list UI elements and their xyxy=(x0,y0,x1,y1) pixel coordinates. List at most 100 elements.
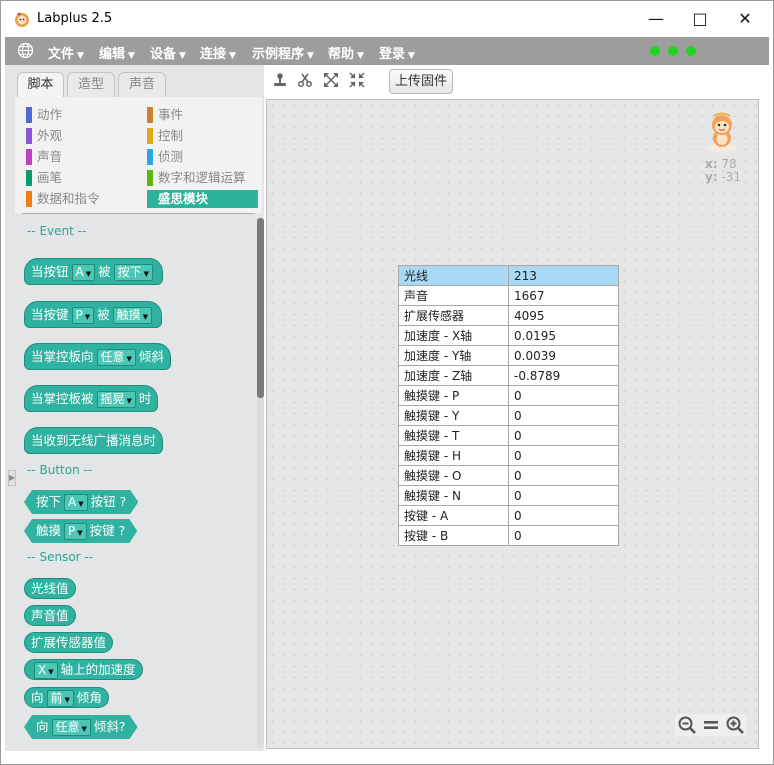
chevron-down-icon: ▼ xyxy=(307,51,314,61)
sensor-value: 0.0039 xyxy=(508,345,619,366)
sensor-value: 0 xyxy=(508,425,619,446)
sensor-value: -0.8789 xyxy=(508,365,619,386)
block-tilt-angle[interactable]: 向前 ▼ 倾角 xyxy=(24,687,109,708)
table-row[interactable]: 触摸键 - N0 xyxy=(398,485,619,506)
maximize-button[interactable]: □ xyxy=(685,7,715,31)
dropdown-arrow-icon: ▼ xyxy=(77,529,83,537)
block-ext-sensor-value[interactable]: 扩展传感器值 xyxy=(24,632,114,653)
table-row[interactable]: 按键 - B0 xyxy=(398,525,619,546)
sensor-name: 触摸键 - N xyxy=(398,485,509,506)
direction-dropdown[interactable]: 前 ▼ xyxy=(46,690,74,707)
block-palette: -- Event -- 当按钮 A ▼ 被按下 ▼ 当按键 P ▼ 被触摸 ▼ 当掌控板向 任意 ▼… xyxy=(15,218,255,751)
chevron-down-icon: ▼ xyxy=(229,51,236,61)
sensor-readout-table: 光线 213 声音 1667 扩展传感器 4095 加速度 - X轴 0.0195 加速… xyxy=(398,265,619,546)
menu-edit[interactable]: 编辑 ▼ xyxy=(99,43,135,62)
category-motion[interactable]: 动作 xyxy=(26,106,62,124)
language-globe-icon[interactable] xyxy=(17,42,34,59)
table-row[interactable]: 触摸键 - Y0 xyxy=(398,405,619,426)
direction-dropdown[interactable]: 任意 ▼ xyxy=(52,719,91,736)
palette-scrollbar-thumb[interactable] xyxy=(257,218,264,398)
table-row[interactable]: 触摸键 - P0 xyxy=(398,385,619,406)
stamp-icon[interactable] xyxy=(272,72,288,88)
table-row[interactable]: 触摸键 - T0 xyxy=(398,425,619,446)
tab-sounds[interactable]: 声音 xyxy=(118,72,166,97)
block-button-pressed-boolean[interactable]: 按下 A ▼ 按钮 ? xyxy=(24,490,138,514)
section-sensor-label: -- Sensor -- xyxy=(27,550,94,564)
block-when-touchpad-touched[interactable]: 当按键 P ▼ 被触摸 ▼ xyxy=(24,301,163,328)
cut-icon[interactable] xyxy=(297,72,313,88)
menu-device[interactable]: 设备 ▼ xyxy=(150,43,186,62)
menu-file[interactable]: 文件 ▼ xyxy=(48,43,84,62)
table-row[interactable]: 加速度 - Y轴 0.0039 xyxy=(398,345,619,366)
block-light-value[interactable]: 光线值 xyxy=(24,578,76,599)
zoom-in-icon[interactable] xyxy=(725,715,745,735)
sensor-name: 触摸键 - Y xyxy=(398,405,509,426)
tab-costumes[interactable]: 造型 xyxy=(67,72,115,97)
table-row[interactable]: 光线 213 xyxy=(398,265,619,286)
zoom-out-icon[interactable] xyxy=(677,715,697,735)
menu-examples[interactable]: 示例程序 ▼ xyxy=(252,43,314,62)
block-sound-value[interactable]: 声音值 xyxy=(24,605,76,626)
table-row[interactable]: 加速度 - Z轴 -0.8789 xyxy=(398,365,619,386)
sensor-value: 0 xyxy=(508,385,619,406)
touchpad-dropdown[interactable]: P ▼ xyxy=(71,307,95,324)
gesture-dropdown[interactable]: 摇晃 ▼ xyxy=(96,391,136,408)
shrink-icon[interactable] xyxy=(349,72,365,88)
block-when-board-shaken[interactable]: 当掌控板被 摇晃 ▼ 时 xyxy=(24,385,159,412)
grow-icon[interactable] xyxy=(323,72,339,88)
sensor-value: 4095 xyxy=(508,305,619,326)
minimize-button[interactable]: — xyxy=(641,7,671,31)
table-row[interactable]: 触摸键 - H0 xyxy=(398,445,619,466)
table-row[interactable]: 声音 1667 xyxy=(398,285,619,306)
direction-dropdown[interactable]: 任意 ▼ xyxy=(96,349,136,366)
action-dropdown[interactable]: 按下 ▼ xyxy=(113,264,154,281)
table-row[interactable]: 触摸键 - O0 xyxy=(398,465,619,486)
dropdown-arrow-icon: ▼ xyxy=(48,668,54,676)
category-sensing[interactable]: 侦测 xyxy=(147,148,183,166)
category-data[interactable]: 数据和指令 xyxy=(26,190,100,208)
divider xyxy=(22,213,255,214)
block-touchpad-touched-boolean[interactable]: 触摸 P ▼ 按键 ? xyxy=(24,519,137,543)
close-button[interactable]: ✕ xyxy=(730,7,760,31)
category-labplus-modules[interactable]: 盛思模块 xyxy=(147,190,258,208)
block-tilted-boolean[interactable]: 向任意 ▼ 倾斜? xyxy=(24,715,138,739)
tab-scripts[interactable]: 脚本 xyxy=(17,72,64,99)
action-dropdown[interactable]: 触摸 ▼ xyxy=(112,307,153,324)
category-events[interactable]: 事件 xyxy=(147,106,183,124)
status-led xyxy=(668,46,678,56)
block-when-radio-message-received[interactable]: 当收到无线广播消息时 xyxy=(24,427,164,454)
dropdown-arrow-icon: ▼ xyxy=(126,397,132,405)
block-when-board-tilted[interactable]: 当掌控板向 任意 ▼ 倾斜 xyxy=(24,343,171,370)
window-title: Labplus 2.5 xyxy=(37,11,113,26)
menu-bar: 文件 ▼ 编辑 ▼ 设备 ▼ 连接 ▼ 示例程序 ▼ 帮助 ▼ 登录 ▼ xyxy=(5,37,769,65)
sensor-name: 触摸键 - T xyxy=(398,425,509,446)
upload-firmware-button[interactable]: 上传固件 xyxy=(389,69,453,94)
category-looks[interactable]: 外观 xyxy=(26,127,62,145)
dropdown-arrow-icon: ▼ xyxy=(142,313,149,321)
chevron-down-icon: ▼ xyxy=(128,51,135,61)
sensor-value: 0 xyxy=(508,445,619,466)
table-row[interactable]: 扩展传感器 4095 xyxy=(398,305,619,326)
dropdown-arrow-icon: ▼ xyxy=(64,696,70,704)
block-when-button-pressed[interactable]: 当按钮 A ▼ 被按下 ▼ xyxy=(24,258,164,285)
sprite-x-readout: x: 78 xyxy=(705,157,737,171)
button-dropdown[interactable]: A ▼ xyxy=(71,264,96,281)
zoom-reset-icon[interactable] xyxy=(701,715,721,735)
category-operators[interactable]: 数字和逻辑运算 xyxy=(147,169,246,187)
collapse-arrow-icon[interactable]: ▶ xyxy=(8,470,16,486)
table-row[interactable]: 按键 - A0 xyxy=(398,505,619,526)
category-pen[interactable]: 画笔 xyxy=(26,169,62,187)
button-dropdown[interactable]: A ▼ xyxy=(64,494,88,511)
category-control[interactable]: 控制 xyxy=(147,127,183,145)
menu-connect[interactable]: 连接 ▼ xyxy=(200,43,236,62)
touchpad-dropdown[interactable]: P ▼ xyxy=(64,523,87,540)
dropdown-arrow-icon: ▼ xyxy=(78,500,84,508)
menu-help[interactable]: 帮助 ▼ xyxy=(328,43,364,62)
sensor-name: 声音 xyxy=(398,285,509,306)
menu-login[interactable]: 登录 ▼ xyxy=(379,43,415,62)
monkey-sprite-icon[interactable] xyxy=(703,110,741,154)
table-row[interactable]: 加速度 - X轴 0.0195 xyxy=(398,325,619,346)
category-sound[interactable]: 声音 xyxy=(26,148,62,166)
axis-dropdown[interactable]: X ▼ xyxy=(34,662,58,679)
block-axis-acceleration[interactable]: X ▼ 轴上的加速度 xyxy=(24,659,143,680)
